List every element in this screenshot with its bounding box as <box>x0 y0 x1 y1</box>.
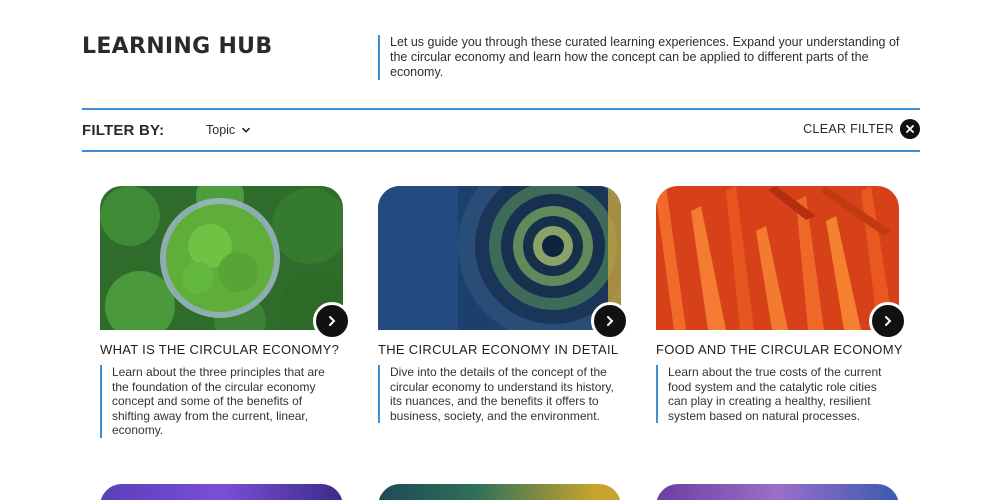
course-card[interactable]: WHAT IS THE CIRCULAR ECONOMY? Learn abou… <box>100 186 351 438</box>
card-title[interactable]: WHAT IS THE CIRCULAR ECONOMY? <box>100 342 350 357</box>
card-description: Dive into the details of the concept of … <box>378 365 618 424</box>
topic-dropdown[interactable]: Topic <box>206 123 251 137</box>
tunnel-image <box>378 186 621 330</box>
card-title[interactable]: FOOD AND THE CIRCULAR ECONOMY <box>656 342 906 357</box>
chevron-right-icon <box>607 316 614 326</box>
chevron-down-icon <box>242 127 251 133</box>
course-card-image-partial[interactable] <box>100 484 343 500</box>
card-description: Learn about the three principles that ar… <box>100 365 340 438</box>
course-card-image-partial[interactable] <box>378 484 621 500</box>
card-description: Learn about the true costs of the curren… <box>656 365 896 424</box>
forest-image <box>100 186 343 330</box>
topic-dropdown-label: Topic <box>206 123 236 137</box>
course-card-image-partial[interactable] <box>656 484 899 500</box>
card-arrow-button[interactable] <box>313 302 351 340</box>
carrots-image <box>656 186 899 330</box>
chevron-right-icon <box>329 316 336 326</box>
card-arrow-button[interactable] <box>869 302 907 340</box>
close-icon <box>900 119 920 139</box>
course-card[interactable]: THE CIRCULAR ECONOMY IN DETAIL Dive into… <box>378 186 629 424</box>
clear-filter-button[interactable]: CLEAR FILTER <box>803 119 920 139</box>
card-image[interactable] <box>656 186 907 340</box>
course-card[interactable]: FOOD AND THE CIRCULAR ECONOMY Learn abou… <box>656 186 907 424</box>
chevron-right-icon <box>885 316 892 326</box>
card-arrow-button[interactable] <box>591 302 629 340</box>
card-title[interactable]: THE CIRCULAR ECONOMY IN DETAIL <box>378 342 628 357</box>
page-title: LEARNING HUB <box>82 34 273 59</box>
filter-label: FILTER BY: <box>82 122 165 139</box>
card-image[interactable] <box>100 186 351 340</box>
intro-text: Let us guide you through these curated l… <box>378 35 908 80</box>
filter-bar: FILTER BY: Topic CLEAR FILTER <box>82 108 920 152</box>
clear-filter-label: CLEAR FILTER <box>803 122 894 136</box>
card-image[interactable] <box>378 186 629 340</box>
